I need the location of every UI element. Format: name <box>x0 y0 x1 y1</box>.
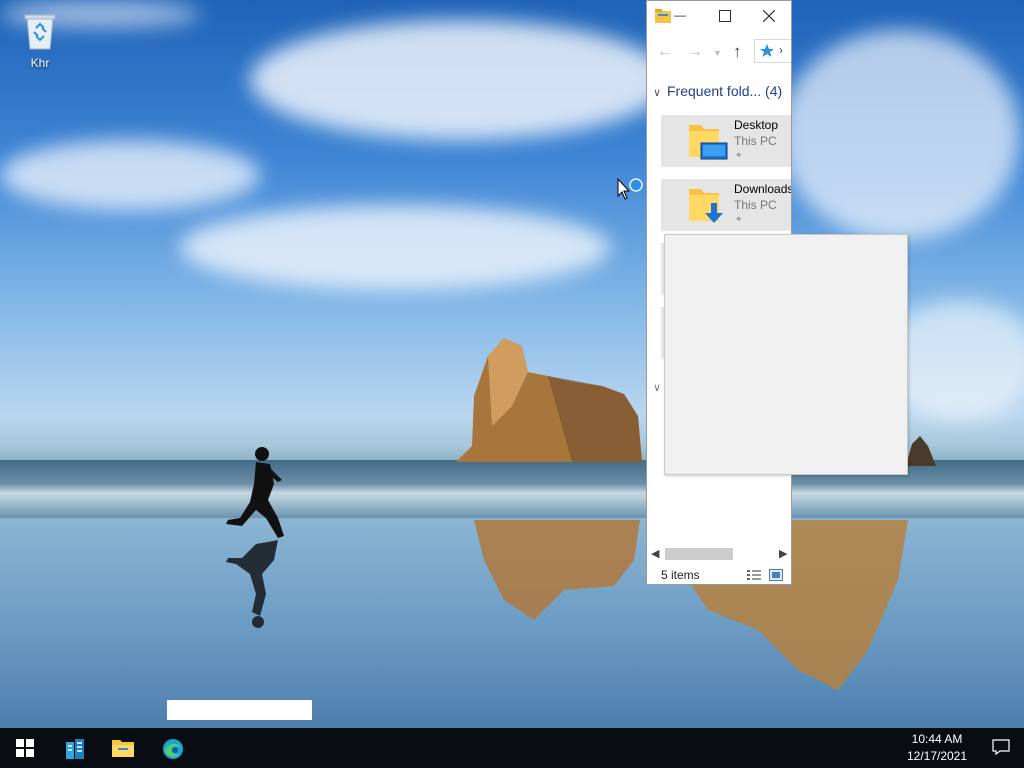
cloud <box>0 140 260 210</box>
forward-arrow-icon[interactable]: → <box>687 43 703 61</box>
file-explorer-icon <box>112 740 134 757</box>
title-dash: — <box>674 8 686 22</box>
close-button[interactable] <box>759 6 779 26</box>
clock-time: 10:44 AM <box>911 732 963 746</box>
start-button[interactable] <box>0 728 48 768</box>
edge-icon <box>163 739 183 759</box>
maximize-icon <box>719 10 731 22</box>
maximize-button[interactable] <box>715 6 735 26</box>
folder-location: This PC <box>734 198 777 212</box>
rock-reflection <box>474 520 640 620</box>
up-arrow-icon[interactable]: ↑ <box>733 42 742 62</box>
horizontal-scrollbar[interactable]: ◀ ▶ <box>647 546 791 562</box>
blank-overlay <box>167 700 312 720</box>
runner-silhouette <box>226 447 284 628</box>
file-explorer-icon <box>655 9 671 23</box>
taskbar-file-explorer[interactable] <box>98 728 146 768</box>
scrollbar-thumb[interactable] <box>665 548 733 560</box>
folder-name: Downloads <box>734 182 792 196</box>
recent-locations-chevron-icon[interactable]: ▼ <box>713 48 722 58</box>
desktop-icon-label: Khr <box>30 56 50 70</box>
pin-icon: ✦ <box>735 150 743 160</box>
title-bar[interactable]: — <box>647 1 791 31</box>
folder-name: Desktop <box>734 118 779 132</box>
windows-start-icon <box>16 739 34 757</box>
frequent-folders-label: Frequent fold... (4) <box>667 83 783 99</box>
downloads-folder-icon <box>689 189 723 223</box>
taskbar-edge[interactable] <box>148 728 196 768</box>
details-view-icon[interactable] <box>747 569 761 581</box>
quick-access-star-icon <box>760 44 774 57</box>
folder-tile-desktop[interactable]: Desktop This PC ✦ <box>661 115 791 167</box>
taskbar: 10:44 AM 12/17/2021 <box>0 728 1024 768</box>
cloud <box>180 205 610 290</box>
recent-files-chevron-icon[interactable]: ∨ <box>653 381 661 394</box>
status-bar: 5 items <box>647 563 791 584</box>
desktop-icon-khr[interactable]: Khr <box>10 8 70 76</box>
pin-icon: ✦ <box>735 214 743 224</box>
close-icon <box>762 9 776 23</box>
blank-popup-panel <box>664 234 908 475</box>
server-manager-icon <box>66 739 84 759</box>
folder-tile-downloads[interactable]: Downloads This PC ✦ <box>661 179 792 231</box>
frequent-folders-header[interactable]: ∨ Frequent fold... (4) <box>653 83 782 99</box>
large-icons-view-icon[interactable] <box>769 569 783 581</box>
notification-icon <box>992 739 1010 755</box>
item-count: 5 items <box>661 568 700 582</box>
rock-formation <box>456 338 642 462</box>
collapse-chevron-icon: ∨ <box>653 87 662 99</box>
rock-small <box>906 436 936 466</box>
busy-cursor-icon <box>617 178 643 200</box>
desktop-folder-icon <box>689 125 728 160</box>
recycle-bin-icon <box>24 12 56 50</box>
breadcrumb-chevron-icon[interactable]: › <box>779 43 783 57</box>
action-center-button[interactable] <box>980 728 1024 768</box>
cloud <box>250 20 670 140</box>
scroll-left-icon[interactable]: ◀ <box>651 547 659 560</box>
address-bar[interactable]: › <box>754 39 791 63</box>
folder-location: This PC <box>734 134 777 148</box>
cloud <box>780 30 1020 240</box>
system-clock[interactable]: 10:44 AM 12/17/2021 <box>892 731 982 765</box>
taskbar-server-manager[interactable] <box>50 728 98 768</box>
scroll-right-icon[interactable]: ▶ <box>779 547 787 560</box>
clock-date: 12/17/2021 <box>906 749 968 763</box>
back-arrow-icon[interactable]: ← <box>657 43 673 61</box>
